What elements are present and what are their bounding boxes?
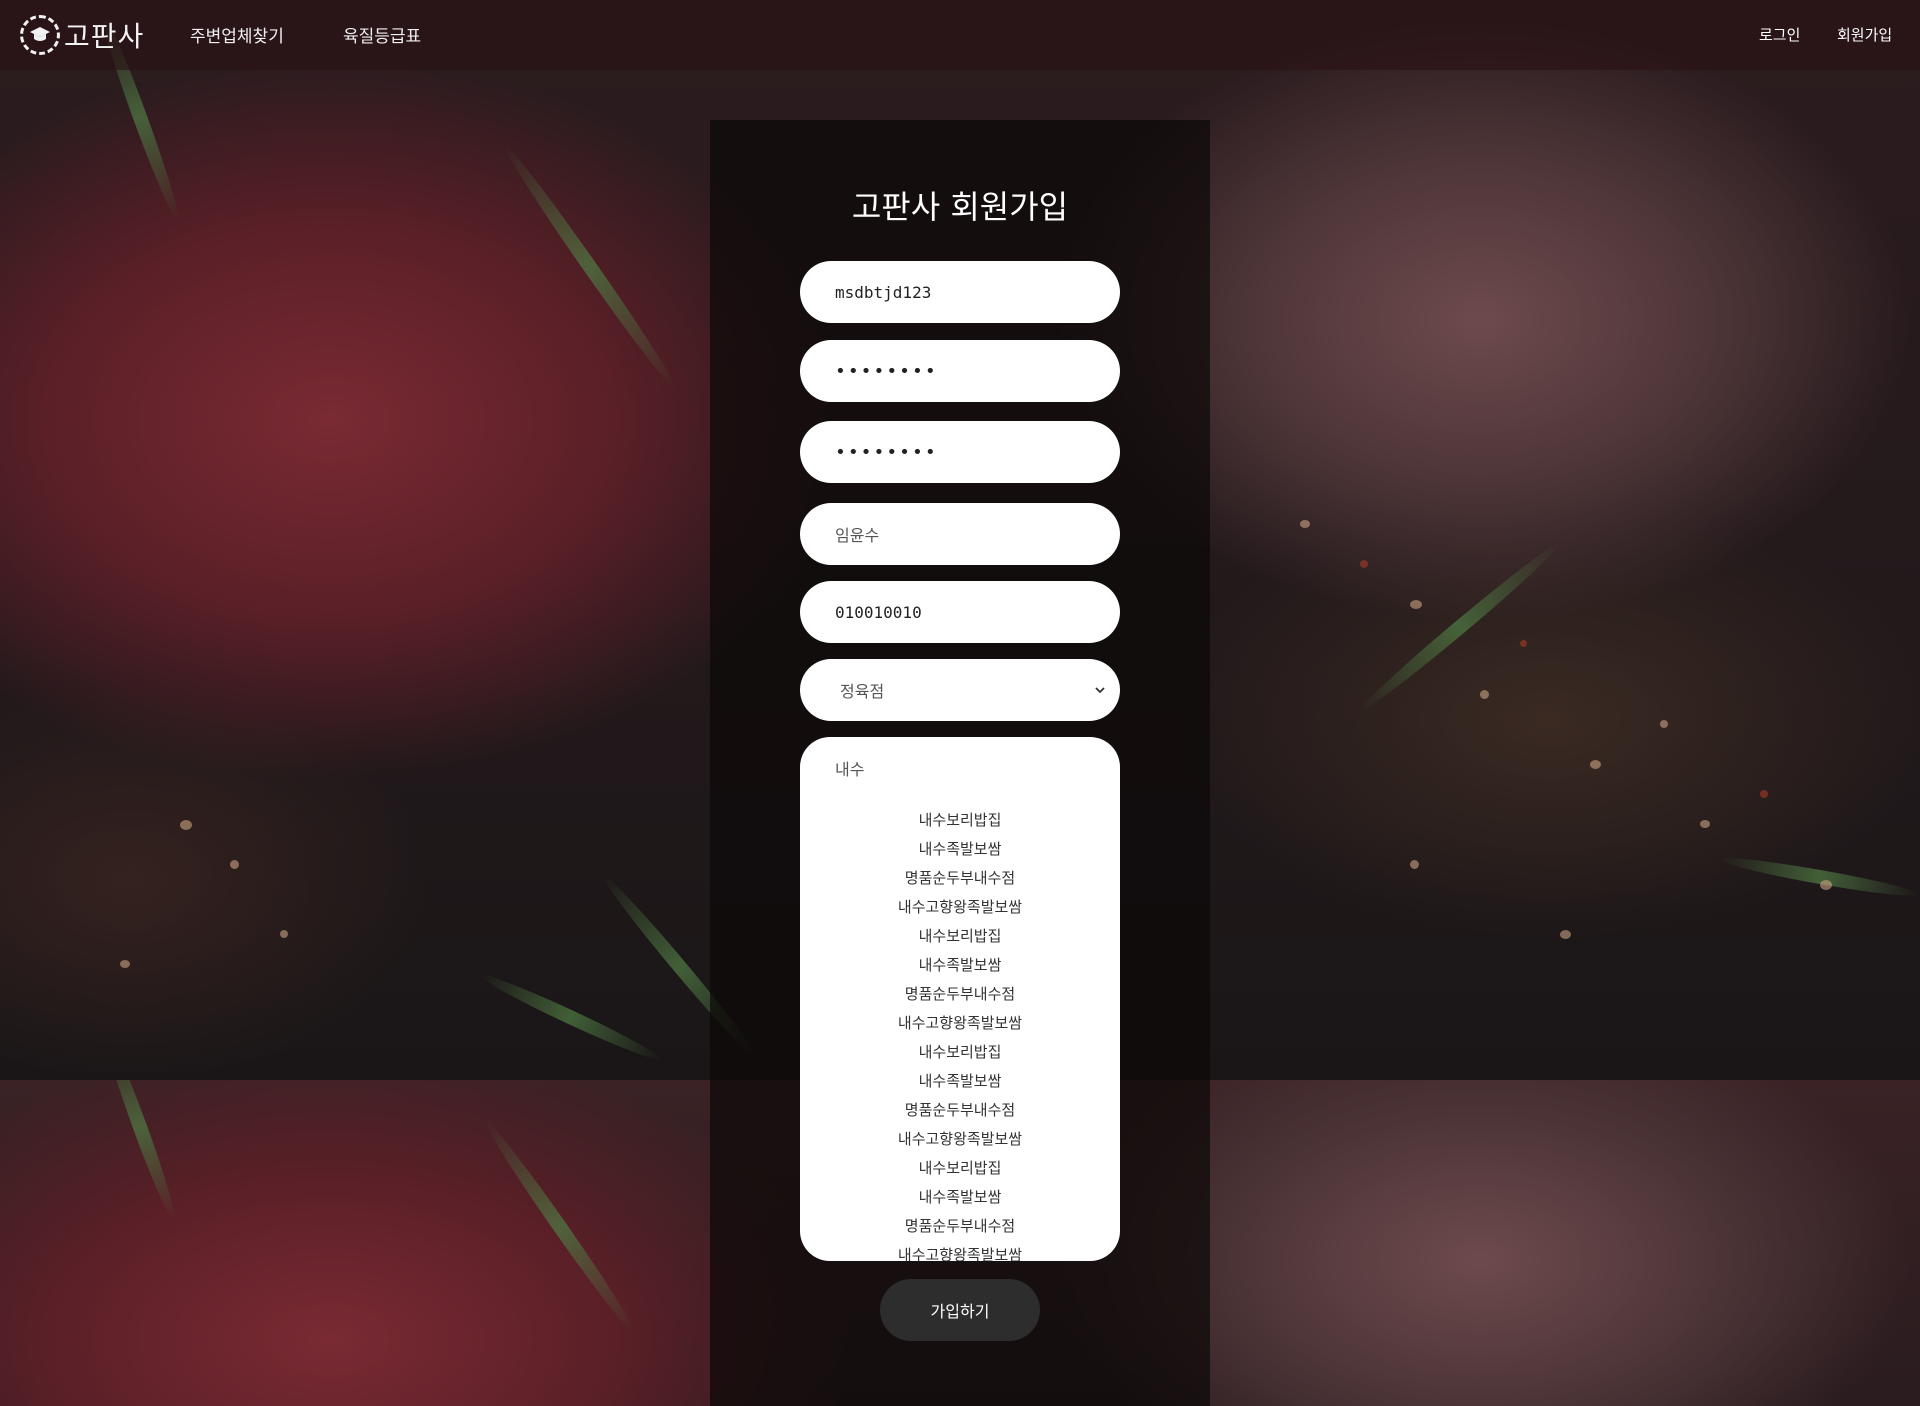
logo-text: 고판사 xyxy=(64,20,145,53)
chevron-down-icon xyxy=(1095,687,1105,694)
store-type-value: 정육점 xyxy=(840,682,885,701)
nav-find-nearby-stores[interactable]: 주변업체찾기 xyxy=(190,22,284,47)
store-result-item[interactable]: 내수족발보쌈 xyxy=(800,1067,1120,1096)
store-result-item[interactable]: 내수고향왕족발보쌈 xyxy=(800,1009,1120,1038)
store-result-item[interactable]: 내수족발보쌈 xyxy=(800,951,1120,980)
nav-meat-grade-table[interactable]: 육질등급표 xyxy=(343,22,421,47)
store-result-item[interactable]: 명품순두부내수점 xyxy=(800,1212,1120,1241)
login-link[interactable]: 로그인 xyxy=(1759,24,1800,45)
store-result-item[interactable]: 내수고향왕족발보쌈 xyxy=(800,893,1120,922)
graduation-cap-icon xyxy=(20,15,60,55)
logo[interactable]: 고판사 xyxy=(20,12,144,58)
user-id-field[interactable] xyxy=(800,261,1120,323)
store-result-item[interactable]: 명품순두부내수점 xyxy=(800,1096,1120,1125)
signup-panel: 고판사 회원가입 정육점 내수보리밥집내수족발보쌈명품순두부내수점내수고향왕족발… xyxy=(710,120,1210,1406)
store-result-item[interactable]: 내수보리밥집 xyxy=(800,806,1120,835)
store-result-item[interactable]: 명품순두부내수점 xyxy=(800,864,1120,893)
store-result-item[interactable]: 내수보리밥집 xyxy=(800,922,1120,951)
signup-submit-button[interactable]: 가입하기 xyxy=(880,1279,1040,1341)
store-result-list: 내수보리밥집 내수족발보쌈 명품순두부내수점 내수고향왕족발보쌈 내수보리밥집 내수족발보… xyxy=(800,806,1120,1261)
store-search-input[interactable] xyxy=(800,737,1120,799)
store-result-item[interactable]: 명품순두부내수점 xyxy=(800,980,1120,1009)
store-result-item[interactable]: 내수고향왕족발보쌈 xyxy=(800,1125,1120,1154)
store-result-item[interactable]: 내수보리밥집 xyxy=(800,1154,1120,1183)
name-field[interactable] xyxy=(800,503,1120,565)
signup-link[interactable]: 회원가입 xyxy=(1837,24,1892,45)
store-type-select[interactable]: 정육점 xyxy=(800,659,1120,721)
page-title: 고판사 회원가입 xyxy=(851,188,1069,226)
top-nav-bar: 고판사 주변업체찾기 육질등급표 로그인 회원가입 xyxy=(0,0,1920,70)
store-search-box: 내수보리밥집내수족발보쌈명품순두부내수점내수고향왕족발보쌈내수보리밥집내수족발보… xyxy=(800,737,1120,1261)
password-confirm-field[interactable] xyxy=(800,421,1120,483)
store-result-item[interactable]: 내수족발보쌈 xyxy=(800,1183,1120,1212)
password-field[interactable] xyxy=(800,340,1120,402)
store-result-item[interactable]: 내수보리밥집 xyxy=(800,1038,1120,1067)
store-result-item[interactable]: 내수고향왕족발보쌈 xyxy=(800,1241,1120,1261)
phone-field[interactable] xyxy=(800,581,1120,643)
store-result-item[interactable]: 내수족발보쌈 xyxy=(800,835,1120,864)
